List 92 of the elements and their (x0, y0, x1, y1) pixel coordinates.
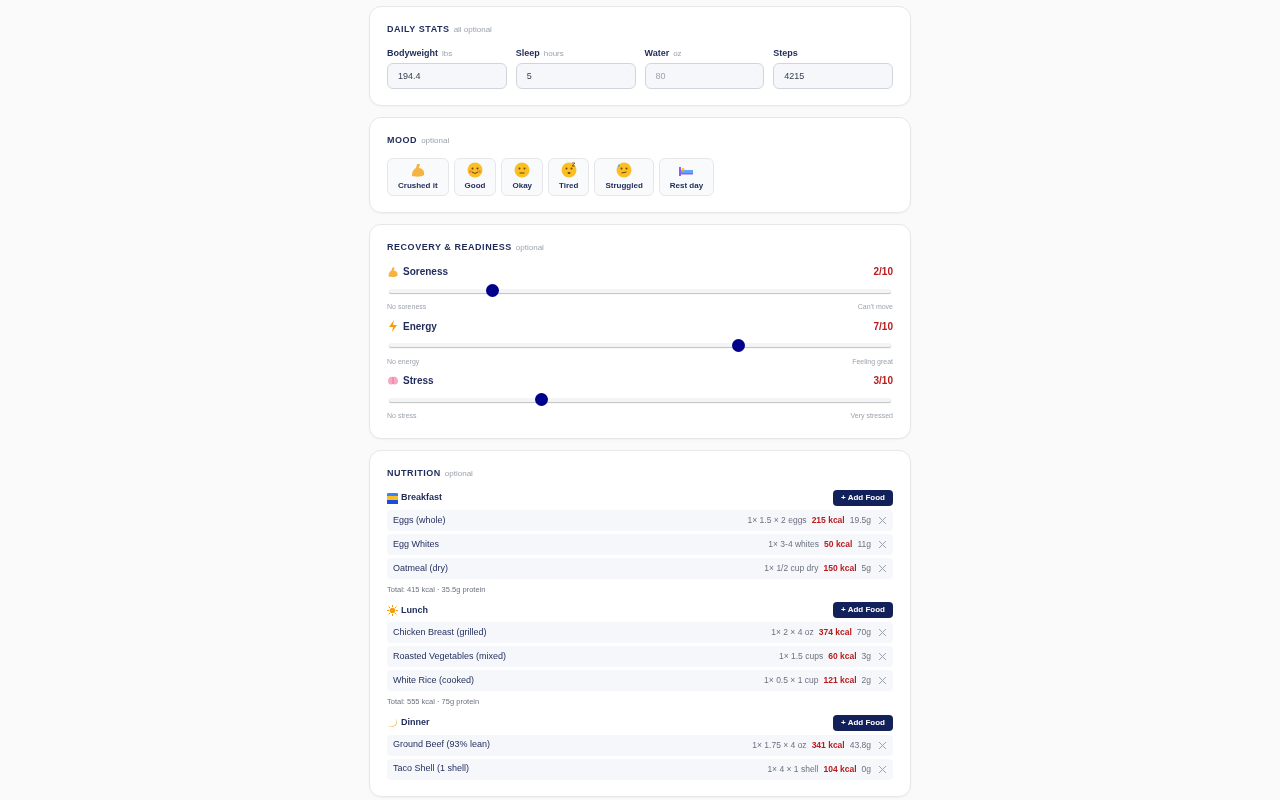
input-field[interactable]: 80 (644, 63, 765, 89)
section-note: optional (444, 467, 473, 480)
kcal-text: 374 kcal (818, 626, 852, 640)
sunrise-icon (387, 492, 398, 504)
food-name: Roasted Vegetables (mixed) (393, 650, 507, 663)
meal-title: Breakfast (401, 491, 443, 505)
serving-text: 1× 1/2 cup dry (764, 562, 819, 575)
close-icon[interactable] (878, 652, 887, 662)
serving-text: 1× 1.5 × 2 eggs (747, 514, 807, 527)
food-name: Chicken Breast (grilled) (393, 626, 487, 639)
protein-text: 2g (861, 674, 871, 688)
serving-text: 1× 3-4 whites (768, 538, 820, 551)
input-field[interactable]: 194.4 (387, 63, 507, 89)
kcal-text: 215 kcal (811, 514, 845, 527)
add-food-button[interactable]: + Add Food (833, 602, 893, 619)
food-name: Eggs (whole) (393, 513, 446, 527)
section-note: all optional (453, 24, 492, 36)
section-note: optional (515, 241, 544, 254)
protein-text: 19.5g (849, 514, 871, 527)
unit-label: oz (673, 47, 682, 60)
add-food-button[interactable]: + Add Food (833, 490, 893, 506)
kcal-text: 60 kcal (828, 650, 857, 664)
slider-label: Energy (403, 319, 437, 334)
close-icon[interactable] (878, 516, 887, 525)
slider-label: Stress (403, 374, 434, 388)
close-icon[interactable] (878, 564, 887, 573)
kcal-text: 50 kcal (824, 538, 853, 551)
slider-track[interactable] (387, 393, 893, 406)
mood-option[interactable]: Struggled (594, 157, 654, 196)
slider-reading: 3/10 (873, 374, 893, 388)
section-title: NUTRITION (387, 466, 441, 480)
slider-thumb[interactable] (535, 393, 549, 406)
protein-text: 43.8g (849, 738, 871, 752)
meal-title: Lunch (401, 603, 428, 617)
close-icon[interactable] (878, 740, 887, 750)
section-title: MOOD (387, 134, 418, 147)
close-icon[interactable] (878, 540, 887, 549)
slider-label: Soreness (403, 265, 449, 279)
protein-text: 0g (861, 762, 871, 776)
sleeping-face-icon (560, 161, 577, 178)
food-name: Ground Beef (93% lean) (393, 738, 491, 752)
mood-option[interactable]: Good (453, 157, 497, 196)
kcal-text: 150 kcal (823, 562, 857, 575)
meal-title: Dinner (401, 715, 430, 729)
input-field[interactable]: 5 (515, 63, 636, 89)
unit-label: hours (543, 47, 564, 60)
field-label: Bodyweight (387, 46, 438, 60)
field-label: Sleep (515, 46, 540, 60)
add-food-button[interactable]: + Add Food (833, 714, 893, 731)
sun-icon (387, 604, 398, 616)
close-icon[interactable] (878, 676, 887, 686)
kcal-text: 341 kcal (811, 738, 845, 752)
sweating-face-icon (616, 161, 633, 178)
slider-thumb[interactable] (731, 338, 745, 352)
food-name: Taco Shell (1 shell) (393, 762, 470, 776)
serving-text: 1× 0.5 × 1 cup (764, 674, 819, 688)
section-title: DAILY STATS (387, 23, 450, 36)
mood-option[interactable]: Crushed it (387, 157, 449, 196)
protein-text: 5g (861, 562, 871, 575)
mood-option[interactable]: Rest day (658, 157, 715, 196)
serving-text: 1× 1.75 × 4 oz (752, 738, 807, 752)
kcal-text: 121 kcal (823, 674, 857, 688)
close-icon[interactable] (878, 628, 887, 638)
crescent-moon-icon (387, 717, 398, 728)
field-label: Water (644, 46, 670, 60)
slider-track[interactable] (387, 284, 893, 297)
close-icon[interactable] (878, 764, 887, 774)
food-name: Oatmeal (dry) (393, 561, 448, 575)
serving-text: 1× 4 × 1 shell (767, 762, 819, 776)
protein-text: 11g (857, 538, 871, 551)
mood-option[interactable]: Okay (501, 157, 544, 196)
section-note: optional (421, 135, 450, 147)
slider-thumb[interactable] (485, 284, 499, 297)
field-label: Steps (773, 46, 798, 60)
slider-track[interactable] (387, 338, 893, 352)
serving-text: 1× 1.5 cups (778, 650, 824, 664)
slider-reading: 7/10 (873, 319, 893, 334)
food-name: White Rice (cooked) (393, 674, 475, 687)
kcal-text: 104 kcal (823, 762, 857, 776)
mood-option[interactable]: Tired (548, 157, 590, 196)
smiling-face-icon (467, 161, 483, 178)
serving-text: 1× 2 × 4 oz (771, 626, 814, 640)
section-title: RECOVERY & READINESS (387, 240, 512, 254)
brain-icon (387, 374, 399, 387)
slider-reading: 2/10 (873, 265, 893, 279)
protein-text: 3g (861, 650, 871, 664)
unit-label: lbs (442, 47, 453, 60)
food-name: Egg Whites (393, 537, 440, 551)
lightning-icon (387, 320, 399, 332)
neutral-face-icon (514, 161, 531, 178)
input-field[interactable]: 4215 (773, 63, 893, 89)
protein-text: 70g (856, 626, 871, 640)
